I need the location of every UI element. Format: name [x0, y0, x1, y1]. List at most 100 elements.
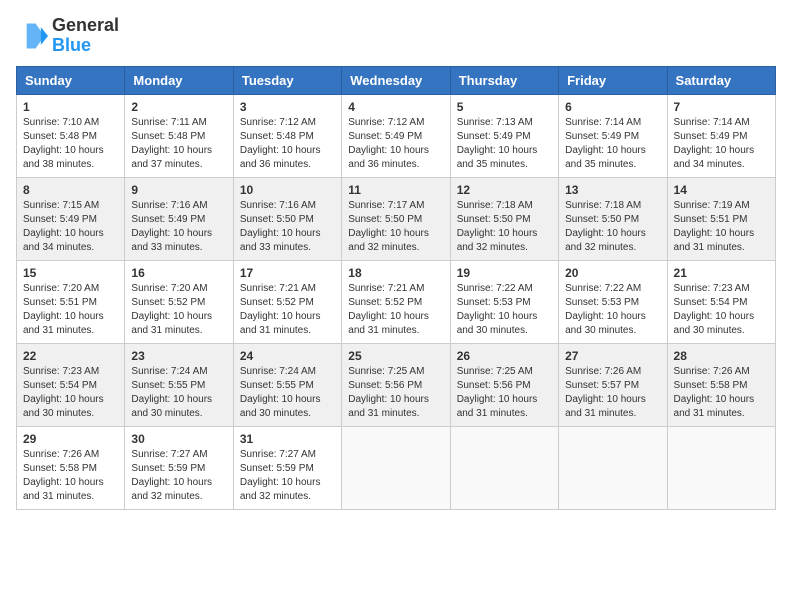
calendar-cell: 21 Sunrise: 7:23 AMSunset: 5:54 PMDaylig…: [667, 260, 775, 343]
day-info: Sunrise: 7:16 AMSunset: 5:49 PMDaylight:…: [131, 199, 226, 255]
day-info: Sunrise: 7:26 AMSunset: 5:58 PMDaylight:…: [674, 365, 769, 421]
day-number: 17: [240, 266, 335, 280]
day-number: 14: [674, 183, 769, 197]
day-info: Sunrise: 7:22 AMSunset: 5:53 PMDaylight:…: [457, 282, 552, 338]
day-info: Sunrise: 7:24 AMSunset: 5:55 PMDaylight:…: [131, 365, 226, 421]
weekday-header: Saturday: [667, 66, 775, 94]
day-info: Sunrise: 7:16 AMSunset: 5:50 PMDaylight:…: [240, 199, 335, 255]
weekday-row: SundayMondayTuesdayWednesdayThursdayFrid…: [17, 66, 776, 94]
day-info: Sunrise: 7:18 AMSunset: 5:50 PMDaylight:…: [565, 199, 660, 255]
day-number: 27: [565, 349, 660, 363]
day-info: Sunrise: 7:27 AMSunset: 5:59 PMDaylight:…: [240, 448, 335, 504]
day-info: Sunrise: 7:12 AMSunset: 5:48 PMDaylight:…: [240, 116, 335, 172]
day-number: 5: [457, 100, 552, 114]
calendar-cell: 6 Sunrise: 7:14 AMSunset: 5:49 PMDayligh…: [559, 94, 667, 177]
day-info: Sunrise: 7:22 AMSunset: 5:53 PMDaylight:…: [565, 282, 660, 338]
day-info: Sunrise: 7:20 AMSunset: 5:51 PMDaylight:…: [23, 282, 118, 338]
calendar-week-row: 22 Sunrise: 7:23 AMSunset: 5:54 PMDaylig…: [17, 343, 776, 426]
calendar-cell: 12 Sunrise: 7:18 AMSunset: 5:50 PMDaylig…: [450, 177, 558, 260]
weekday-header: Wednesday: [342, 66, 450, 94]
calendar-cell: 1 Sunrise: 7:10 AMSunset: 5:48 PMDayligh…: [17, 94, 125, 177]
calendar-header: SundayMondayTuesdayWednesdayThursdayFrid…: [17, 66, 776, 94]
calendar-cell: 3 Sunrise: 7:12 AMSunset: 5:48 PMDayligh…: [233, 94, 341, 177]
calendar-week-row: 8 Sunrise: 7:15 AMSunset: 5:49 PMDayligh…: [17, 177, 776, 260]
weekday-header: Tuesday: [233, 66, 341, 94]
calendar-cell: 26 Sunrise: 7:25 AMSunset: 5:56 PMDaylig…: [450, 343, 558, 426]
calendar-cell: 18 Sunrise: 7:21 AMSunset: 5:52 PMDaylig…: [342, 260, 450, 343]
day-info: Sunrise: 7:14 AMSunset: 5:49 PMDaylight:…: [674, 116, 769, 172]
calendar-cell: 23 Sunrise: 7:24 AMSunset: 5:55 PMDaylig…: [125, 343, 233, 426]
calendar-cell: [559, 426, 667, 509]
calendar-cell: 13 Sunrise: 7:18 AMSunset: 5:50 PMDaylig…: [559, 177, 667, 260]
day-number: 20: [565, 266, 660, 280]
day-number: 3: [240, 100, 335, 114]
day-number: 8: [23, 183, 118, 197]
calendar-cell: 31 Sunrise: 7:27 AMSunset: 5:59 PMDaylig…: [233, 426, 341, 509]
day-number: 7: [674, 100, 769, 114]
day-number: 26: [457, 349, 552, 363]
calendar-week-row: 29 Sunrise: 7:26 AMSunset: 5:58 PMDaylig…: [17, 426, 776, 509]
day-number: 4: [348, 100, 443, 114]
day-number: 16: [131, 266, 226, 280]
day-number: 9: [131, 183, 226, 197]
day-number: 11: [348, 183, 443, 197]
day-info: Sunrise: 7:11 AMSunset: 5:48 PMDaylight:…: [131, 116, 226, 172]
weekday-header: Monday: [125, 66, 233, 94]
day-info: Sunrise: 7:26 AMSunset: 5:57 PMDaylight:…: [565, 365, 660, 421]
day-number: 18: [348, 266, 443, 280]
day-number: 6: [565, 100, 660, 114]
logo: General Blue: [16, 16, 119, 56]
page-header: General Blue: [16, 16, 776, 56]
calendar-cell: 20 Sunrise: 7:22 AMSunset: 5:53 PMDaylig…: [559, 260, 667, 343]
calendar-body: 1 Sunrise: 7:10 AMSunset: 5:48 PMDayligh…: [17, 94, 776, 509]
day-number: 25: [348, 349, 443, 363]
day-info: Sunrise: 7:26 AMSunset: 5:58 PMDaylight:…: [23, 448, 118, 504]
day-info: Sunrise: 7:12 AMSunset: 5:49 PMDaylight:…: [348, 116, 443, 172]
day-info: Sunrise: 7:10 AMSunset: 5:48 PMDaylight:…: [23, 116, 118, 172]
calendar-cell: 15 Sunrise: 7:20 AMSunset: 5:51 PMDaylig…: [17, 260, 125, 343]
calendar-cell: 16 Sunrise: 7:20 AMSunset: 5:52 PMDaylig…: [125, 260, 233, 343]
day-number: 29: [23, 432, 118, 446]
weekday-header: Sunday: [17, 66, 125, 94]
calendar-cell: 5 Sunrise: 7:13 AMSunset: 5:49 PMDayligh…: [450, 94, 558, 177]
day-info: Sunrise: 7:25 AMSunset: 5:56 PMDaylight:…: [457, 365, 552, 421]
day-number: 22: [23, 349, 118, 363]
calendar-cell: 7 Sunrise: 7:14 AMSunset: 5:49 PMDayligh…: [667, 94, 775, 177]
day-info: Sunrise: 7:21 AMSunset: 5:52 PMDaylight:…: [240, 282, 335, 338]
day-info: Sunrise: 7:25 AMSunset: 5:56 PMDaylight:…: [348, 365, 443, 421]
day-info: Sunrise: 7:23 AMSunset: 5:54 PMDaylight:…: [23, 365, 118, 421]
calendar-cell: 28 Sunrise: 7:26 AMSunset: 5:58 PMDaylig…: [667, 343, 775, 426]
day-info: Sunrise: 7:23 AMSunset: 5:54 PMDaylight:…: [674, 282, 769, 338]
calendar-table: SundayMondayTuesdayWednesdayThursdayFrid…: [16, 66, 776, 510]
day-info: Sunrise: 7:18 AMSunset: 5:50 PMDaylight:…: [457, 199, 552, 255]
logo-blue: Blue: [52, 35, 91, 55]
calendar-cell: 17 Sunrise: 7:21 AMSunset: 5:52 PMDaylig…: [233, 260, 341, 343]
day-number: 10: [240, 183, 335, 197]
calendar-cell: [342, 426, 450, 509]
calendar-cell: 9 Sunrise: 7:16 AMSunset: 5:49 PMDayligh…: [125, 177, 233, 260]
calendar-cell: 29 Sunrise: 7:26 AMSunset: 5:58 PMDaylig…: [17, 426, 125, 509]
day-number: 1: [23, 100, 118, 114]
day-number: 2: [131, 100, 226, 114]
day-number: 23: [131, 349, 226, 363]
calendar-cell: 4 Sunrise: 7:12 AMSunset: 5:49 PMDayligh…: [342, 94, 450, 177]
day-number: 19: [457, 266, 552, 280]
day-number: 15: [23, 266, 118, 280]
day-number: 28: [674, 349, 769, 363]
logo-icon: [16, 20, 48, 52]
calendar-cell: 24 Sunrise: 7:24 AMSunset: 5:55 PMDaylig…: [233, 343, 341, 426]
calendar-week-row: 1 Sunrise: 7:10 AMSunset: 5:48 PMDayligh…: [17, 94, 776, 177]
calendar-cell: 2 Sunrise: 7:11 AMSunset: 5:48 PMDayligh…: [125, 94, 233, 177]
calendar-cell: [667, 426, 775, 509]
calendar-cell: 30 Sunrise: 7:27 AMSunset: 5:59 PMDaylig…: [125, 426, 233, 509]
day-number: 13: [565, 183, 660, 197]
day-info: Sunrise: 7:13 AMSunset: 5:49 PMDaylight:…: [457, 116, 552, 172]
weekday-header: Thursday: [450, 66, 558, 94]
day-number: 12: [457, 183, 552, 197]
calendar-week-row: 15 Sunrise: 7:20 AMSunset: 5:51 PMDaylig…: [17, 260, 776, 343]
calendar-cell: 22 Sunrise: 7:23 AMSunset: 5:54 PMDaylig…: [17, 343, 125, 426]
day-info: Sunrise: 7:27 AMSunset: 5:59 PMDaylight:…: [131, 448, 226, 504]
calendar-cell: 14 Sunrise: 7:19 AMSunset: 5:51 PMDaylig…: [667, 177, 775, 260]
calendar-cell: 27 Sunrise: 7:26 AMSunset: 5:57 PMDaylig…: [559, 343, 667, 426]
day-info: Sunrise: 7:24 AMSunset: 5:55 PMDaylight:…: [240, 365, 335, 421]
